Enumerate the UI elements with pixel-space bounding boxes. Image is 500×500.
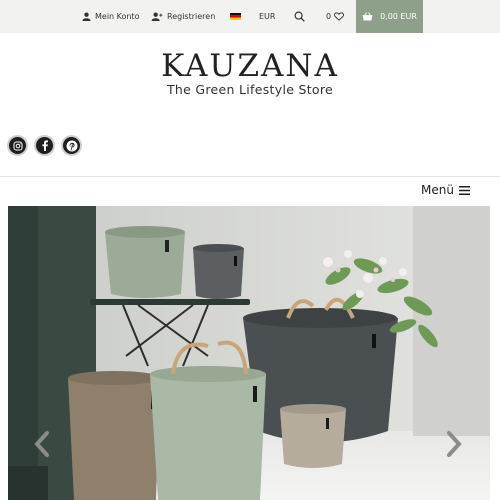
wishlist-link[interactable]: 0 — [326, 0, 345, 33]
user-icon — [82, 12, 91, 21]
pinterest-icon — [66, 140, 77, 151]
account-link[interactable]: Mein Konto — [82, 0, 140, 33]
german-flag-icon — [230, 13, 241, 20]
facebook-link[interactable] — [34, 135, 55, 156]
register-link[interactable]: Registrieren — [151, 0, 215, 33]
slider-next-button[interactable] — [444, 430, 464, 462]
account-label: Mein Konto — [95, 12, 140, 21]
brand-tagline: The Green Lifestyle Store — [166, 82, 334, 97]
currency-label: EUR — [259, 12, 276, 21]
menu-button[interactable]: Menü — [421, 183, 470, 197]
header-divider — [0, 176, 500, 177]
slider-prev-button[interactable] — [32, 430, 52, 462]
language-selector[interactable] — [230, 0, 241, 33]
register-label: Registrieren — [167, 12, 216, 21]
menu-label: Menü — [421, 183, 454, 197]
brand-logo[interactable]: KAUZANA — [0, 48, 500, 84]
chevron-right-icon — [447, 431, 462, 457]
instagram-link[interactable] — [7, 135, 28, 156]
hamburger-icon — [459, 185, 470, 195]
hero-slider[interactable] — [8, 206, 490, 500]
heart-icon — [334, 12, 345, 21]
cart-button[interactable]: 0,00 EUR — [356, 0, 423, 33]
add-user-icon — [151, 12, 163, 21]
pinterest-link[interactable] — [61, 135, 82, 156]
wishlist-count: 0 — [326, 12, 332, 21]
search-button[interactable] — [294, 0, 305, 33]
basket-icon — [362, 12, 373, 21]
currency-selector[interactable]: EUR — [259, 0, 275, 33]
facebook-icon — [41, 140, 48, 151]
instagram-icon — [13, 141, 22, 150]
cart-total: 0,00 EUR — [380, 12, 417, 21]
chevron-left-icon — [34, 431, 49, 457]
search-icon — [294, 11, 305, 22]
hero-image — [8, 206, 490, 500]
top-bar: Mein Konto Registrieren EUR 0 0,00 EUR — [0, 0, 500, 33]
